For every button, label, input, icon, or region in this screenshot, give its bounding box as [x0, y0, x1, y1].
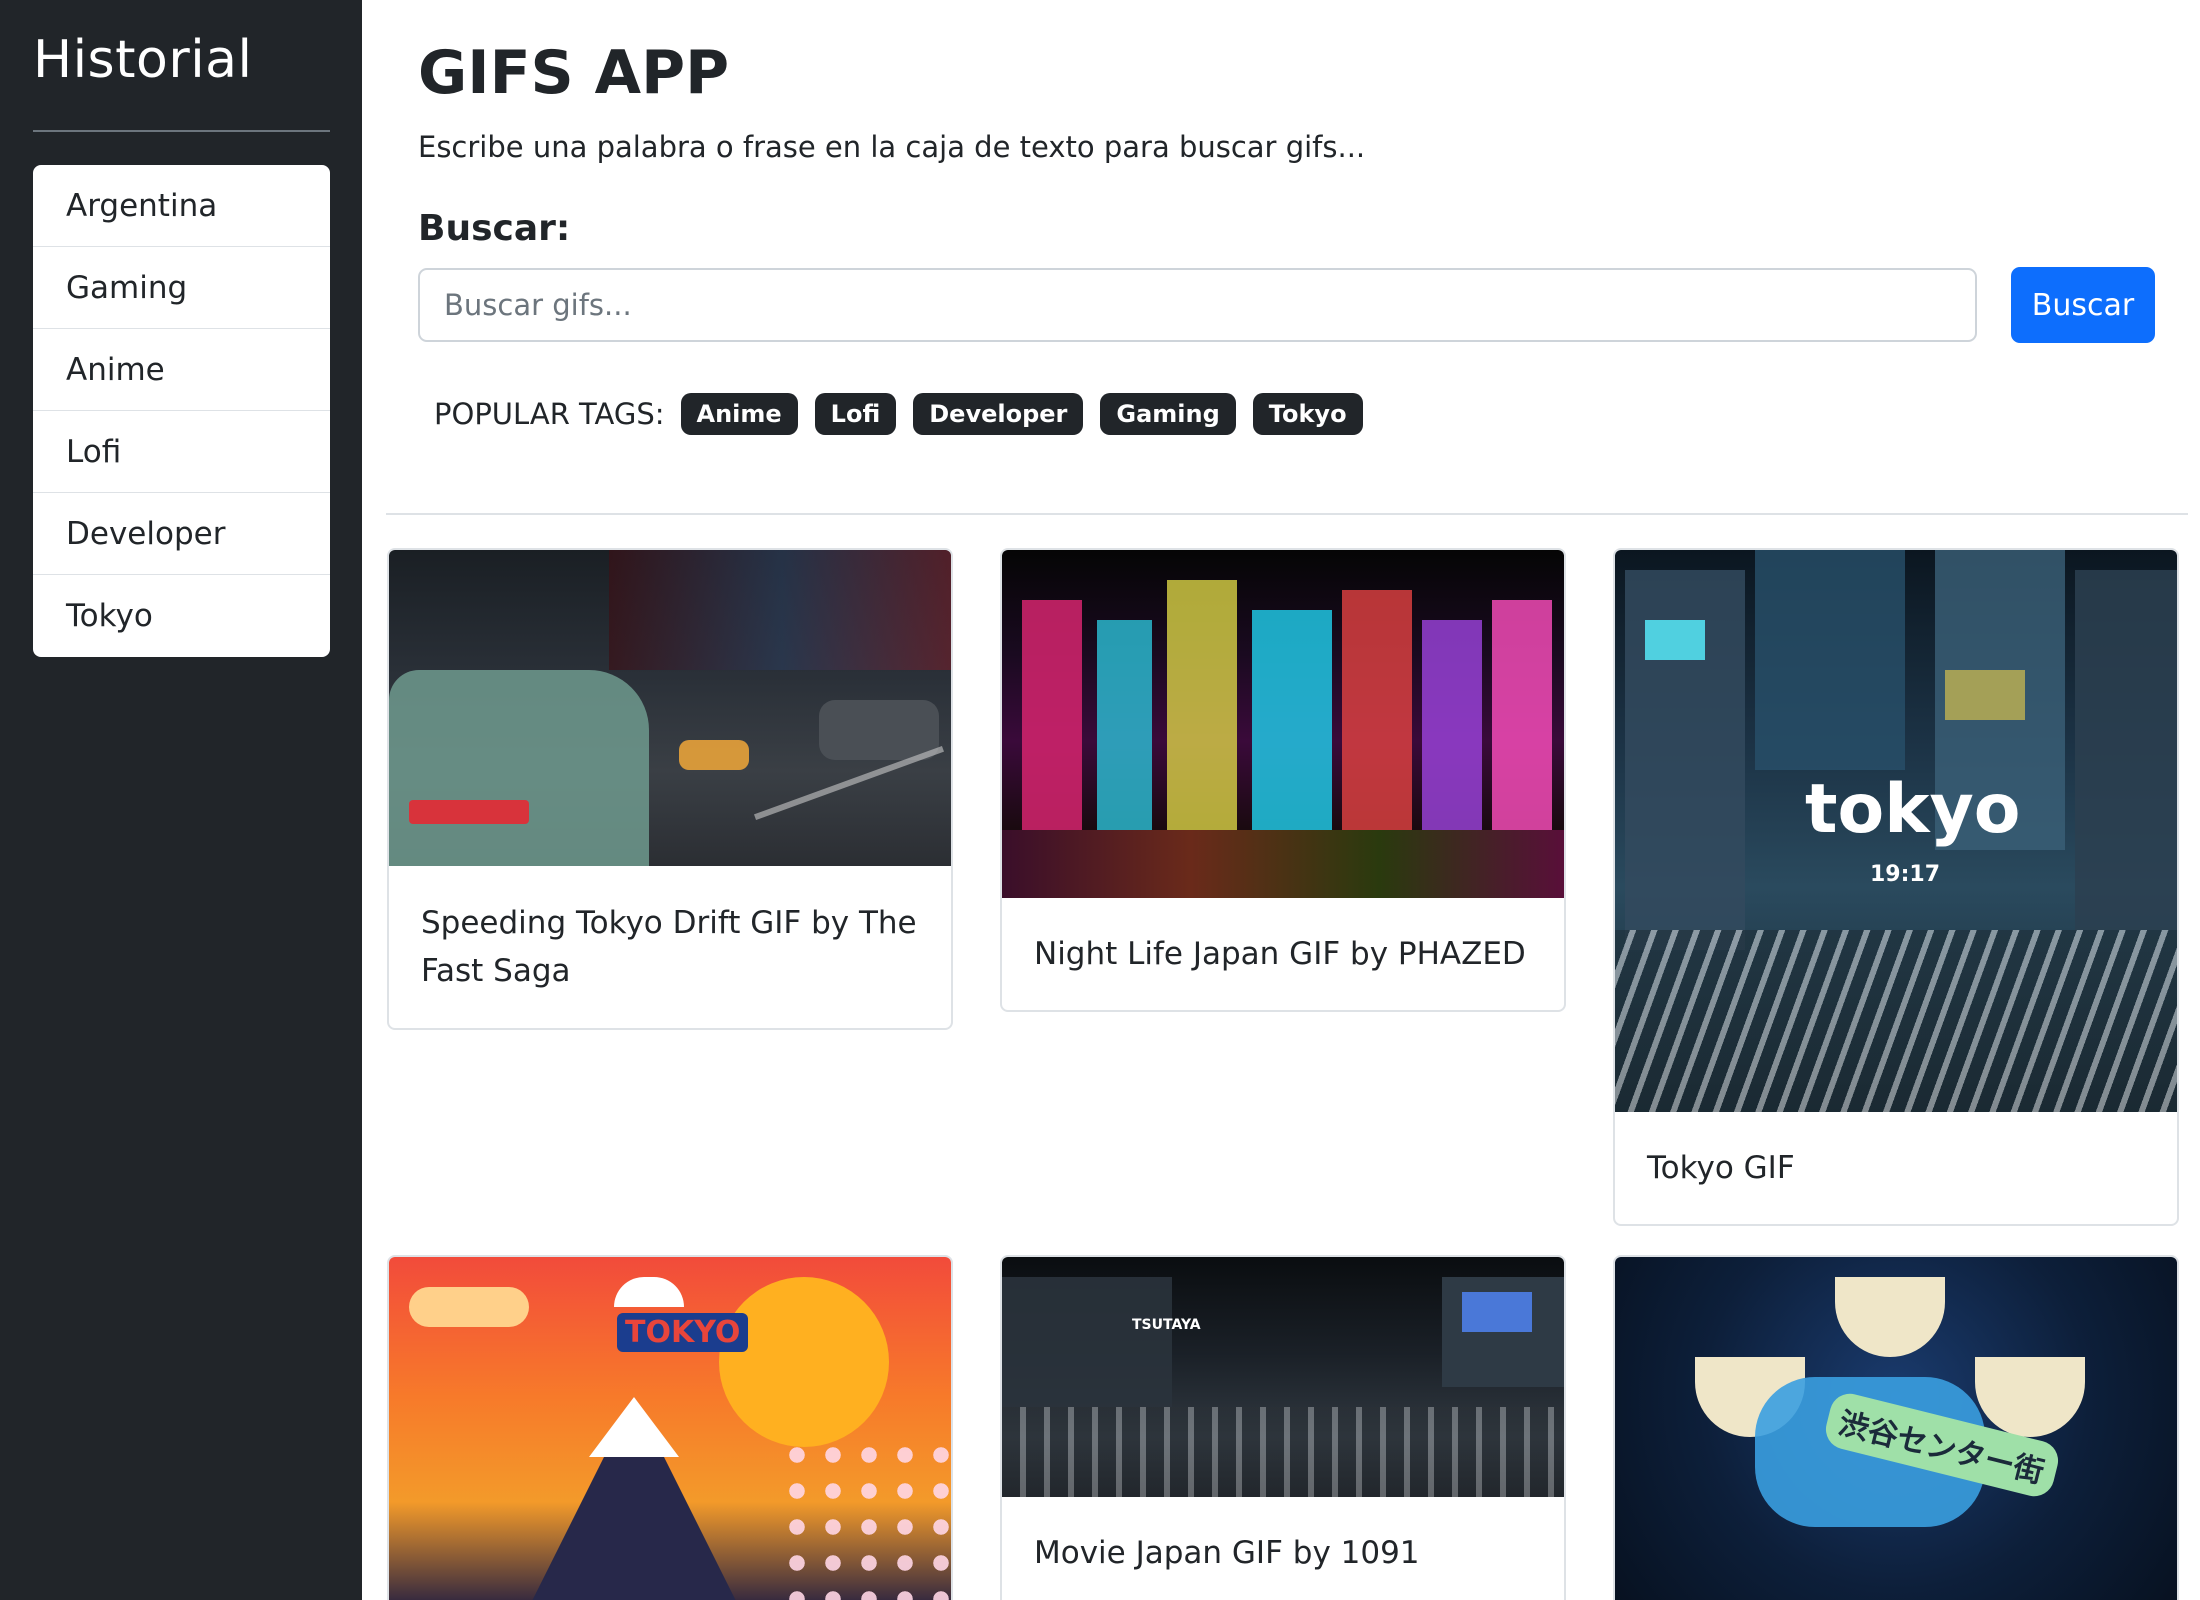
gif-card[interactable]: Speeding Tokyo Drift GIF by The Fast Sag… [387, 548, 953, 1030]
gif-title: Speeding Tokyo Drift GIF by The Fast Sag… [421, 905, 917, 989]
history-list: Argentina Gaming Anime Lofi Developer To… [33, 165, 330, 657]
gif-title: Tokyo GIF [1647, 1150, 1795, 1186]
gif-overlay-word: tokyo [1805, 770, 2021, 849]
history-item-developer[interactable]: Developer [33, 493, 330, 575]
sidebar: Historial Argentina Gaming Anime Lofi De… [0, 0, 362, 1600]
gif-image[interactable]: tokyo 19:17 [1615, 550, 2177, 1112]
tag-developer[interactable]: Developer [913, 393, 1084, 435]
page-title: GIFS APP [418, 38, 730, 108]
gif-card[interactable]: tokyo 19:17 Tokyo GIF [1613, 548, 2179, 1226]
popular-tags-label: POPULAR TAGS: [434, 397, 665, 431]
history-item-gaming[interactable]: Gaming [33, 247, 330, 329]
popular-tags: POPULAR TAGS: Anime Lofi Developer Gamin… [434, 392, 1380, 436]
history-item-anime[interactable]: Anime [33, 329, 330, 411]
gif-overlay-time: 19:17 [1870, 862, 1941, 887]
tag-tokyo[interactable]: Tokyo [1252, 393, 1363, 435]
history-item-lofi[interactable]: Lofi [33, 411, 330, 493]
gif-overlay-word: TOKYO [617, 1313, 749, 1352]
tag-lofi[interactable]: Lofi [814, 393, 897, 435]
gif-overlay-word: TSUTAYA [1132, 1317, 1201, 1333]
gif-title: Night Life Japan GIF by PHAZED [1034, 936, 1526, 972]
sidebar-divider [33, 130, 330, 132]
gif-card[interactable]: 渋谷センター街 [1613, 1255, 2179, 1600]
tag-gaming[interactable]: Gaming [1100, 393, 1236, 435]
gif-image[interactable]: 渋谷センター街 [1615, 1257, 2177, 1600]
gif-image[interactable] [389, 550, 951, 866]
search-input[interactable] [418, 268, 1977, 342]
search-label: Buscar: [418, 208, 571, 249]
gif-image[interactable] [1002, 550, 1564, 898]
history-item-argentina[interactable]: Argentina [33, 165, 330, 247]
tag-anime[interactable]: Anime [680, 393, 798, 435]
search-button[interactable]: Buscar [2011, 267, 2155, 343]
gif-title: Movie Japan GIF by 1091 [1034, 1535, 1420, 1571]
history-item-tokyo[interactable]: Tokyo [33, 575, 330, 657]
gif-card[interactable]: Night Life Japan GIF by PHAZED [1000, 548, 1566, 1012]
gif-card[interactable]: TOKYO [387, 1255, 953, 1600]
history-title: Historial [33, 30, 253, 90]
results-divider [386, 513, 2188, 515]
gif-card[interactable]: TSUTAYA Movie Japan GIF by 1091 [1000, 1255, 1566, 1600]
page-subtitle: Escribe una palabra o frase en la caja d… [418, 130, 1366, 164]
gif-image[interactable]: TSUTAYA [1002, 1257, 1564, 1497]
gif-image[interactable]: TOKYO [389, 1257, 951, 1600]
main-content: GIFS APP Escribe una palabra o frase en … [362, 0, 2200, 1600]
